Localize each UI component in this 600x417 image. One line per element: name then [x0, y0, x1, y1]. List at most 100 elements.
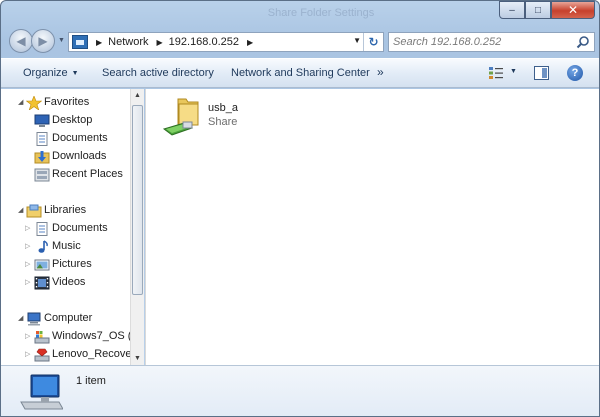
window-title: Share Folder Settings	[267, 7, 375, 19]
shared-folder-icon	[162, 98, 199, 136]
breadcrumb-arrow-icon[interactable]: ▶	[247, 38, 253, 47]
organize-menu[interactable]: Organize ▼	[23, 67, 79, 79]
nav-item-label: Music	[52, 240, 81, 252]
item-type: Share	[208, 116, 238, 128]
nav-item-label: Videos	[52, 276, 86, 288]
nav-item-label: Documents	[52, 222, 108, 234]
scroll-thumb[interactable]	[132, 105, 143, 295]
nav-item-label: Windows7_OS (C	[52, 330, 130, 342]
expand-icon[interactable]: ▷	[25, 242, 33, 250]
nav-item-label: Pictures	[52, 258, 92, 270]
breadcrumb-host[interactable]: ▶ 192.168.0.252	[155, 36, 240, 48]
collapse-icon[interactable]: ◢	[18, 98, 26, 106]
recovery-drive-icon	[34, 348, 50, 362]
breadcrumb-arrow-icon[interactable]: ▶	[157, 38, 163, 47]
scroll-up-arrow[interactable]: ▲	[131, 89, 144, 102]
address-row: ◀ ▶ ▼ ▶ Network ▶ 192.168.0.252 ▶ ▼ ↻	[1, 27, 599, 57]
address-bar[interactable]: ▶ Network ▶ 192.168.0.252 ▶ ▼ ↻	[68, 32, 384, 52]
music-icon	[38, 240, 48, 253]
network-sharing-center-button[interactable]: Network and Sharing Center	[231, 67, 370, 79]
close-button[interactable]: ✕	[551, 1, 595, 19]
change-view-icon[interactable]	[489, 67, 503, 79]
expand-icon[interactable]: ▷	[25, 260, 33, 268]
computer-icon	[27, 312, 41, 326]
view-options-dropdown[interactable]: ▼	[510, 68, 517, 75]
search-icon[interactable]	[576, 35, 590, 49]
maximize-button[interactable]: □	[525, 1, 551, 19]
star-icon	[26, 96, 42, 110]
nav-item-downloads[interactable]: Downloads	[1, 148, 130, 166]
search-input[interactable]	[393, 34, 573, 50]
breadcrumb-label[interactable]: 192.168.0.252	[169, 36, 239, 48]
minimize-button[interactable]: –	[499, 1, 525, 19]
navigation-pane: ◢ Favorites Desktop Documents Downloads …	[1, 89, 130, 365]
documents-library-icon	[36, 222, 48, 236]
scroll-down-arrow[interactable]: ▼	[131, 352, 144, 365]
recent-pages-dropdown[interactable]: ▼	[58, 37, 65, 44]
details-pane: 1 item	[1, 365, 599, 416]
caption-buttons: – □ ✕	[499, 1, 595, 19]
nav-group-label: Libraries	[44, 204, 87, 216]
refresh-button[interactable]: ↻	[363, 33, 383, 51]
expand-icon[interactable]: ▷	[25, 224, 33, 232]
organize-label: Organize	[23, 67, 68, 79]
command-bar: Organize ▼ Search active directory Networ…	[1, 58, 599, 88]
nav-item-label: Recent Places	[52, 168, 123, 180]
preview-pane-icon[interactable]	[534, 66, 549, 80]
nav-item-recent-places[interactable]: Recent Places	[1, 166, 130, 184]
nav-item-label: Desktop	[52, 114, 93, 126]
nav-group-label: Computer	[44, 312, 93, 324]
title-bar[interactable]: Share Folder Settings – □ ✕	[1, 1, 599, 27]
expand-icon[interactable]: ▷	[25, 350, 33, 358]
recent-places-icon	[34, 168, 50, 182]
search-box[interactable]	[388, 32, 595, 52]
nav-item-label: Documents	[52, 132, 108, 144]
item-count: 1 item	[76, 375, 106, 387]
back-button[interactable]: ◀	[9, 29, 33, 53]
help-icon[interactable]: ?	[567, 65, 583, 81]
nav-item-label: Downloads	[52, 150, 107, 162]
collapse-icon[interactable]: ◢	[18, 314, 26, 322]
nav-group-computer[interactable]: ◢ Computer	[1, 310, 130, 328]
network-location-icon	[72, 35, 88, 49]
documents-icon	[36, 132, 48, 146]
drive-icon	[34, 331, 50, 344]
nav-group-favorites[interactable]: ◢ Favorites	[1, 94, 130, 112]
forward-button[interactable]: ▶	[31, 29, 55, 53]
forward-arrow-icon: ▶	[38, 34, 48, 48]
back-arrow-icon: ◀	[16, 34, 26, 48]
nav-item-windows7-drive[interactable]: ▷ Windows7_OS (C	[1, 328, 130, 346]
list-item[interactable]: usb_a Share	[162, 95, 302, 139]
videos-icon	[34, 276, 50, 290]
refresh-icon: ↻	[368, 35, 379, 49]
nav-item-videos[interactable]: ▷ Videos	[1, 274, 130, 292]
computer-icon	[20, 374, 63, 410]
file-list[interactable]: usb_a Share	[145, 89, 599, 365]
nav-item-library-documents[interactable]: ▷ Documents	[1, 220, 130, 238]
nav-item-music[interactable]: ▷ Music	[1, 238, 130, 256]
nav-item-pictures[interactable]: ▷ Pictures	[1, 256, 130, 274]
breadcrumb-children[interactable]: ▶	[245, 38, 259, 47]
nav-item-desktop[interactable]: Desktop	[1, 112, 130, 130]
nav-item-documents[interactable]: Documents	[1, 130, 130, 148]
desktop-icon	[34, 114, 50, 127]
pictures-icon	[34, 259, 50, 271]
chevron-down-icon: ▼	[71, 70, 79, 77]
address-history-dropdown[interactable]: ▼	[353, 36, 361, 45]
nav-item-lenovo-recovery[interactable]: ▷ Lenovo_Recovery	[1, 346, 130, 364]
expand-icon[interactable]: ▷	[25, 332, 33, 340]
downloads-icon	[34, 151, 50, 164]
nav-item-label: Lenovo_Recovery	[52, 348, 130, 360]
breadcrumb-network[interactable]: ▶ Network	[94, 36, 149, 48]
more-commands-button[interactable]: »	[377, 65, 384, 79]
collapse-icon[interactable]: ◢	[18, 206, 26, 214]
navigation-pane-scrollbar[interactable]: ▲ ▼	[130, 89, 144, 365]
breadcrumb-arrow-icon[interactable]: ▶	[96, 38, 102, 47]
breadcrumb-label[interactable]: Network	[108, 36, 148, 48]
search-active-directory-button[interactable]: Search active directory	[102, 67, 214, 79]
expand-icon[interactable]: ▷	[25, 278, 33, 286]
nav-group-libraries[interactable]: ◢ Libraries	[1, 202, 130, 220]
item-name: usb_a	[208, 102, 238, 114]
nav-group-label: Favorites	[44, 96, 90, 108]
explorer-window: Share Folder Settings – □ ✕ ◀ ▶ ▼ ▶ Netw…	[0, 0, 600, 417]
